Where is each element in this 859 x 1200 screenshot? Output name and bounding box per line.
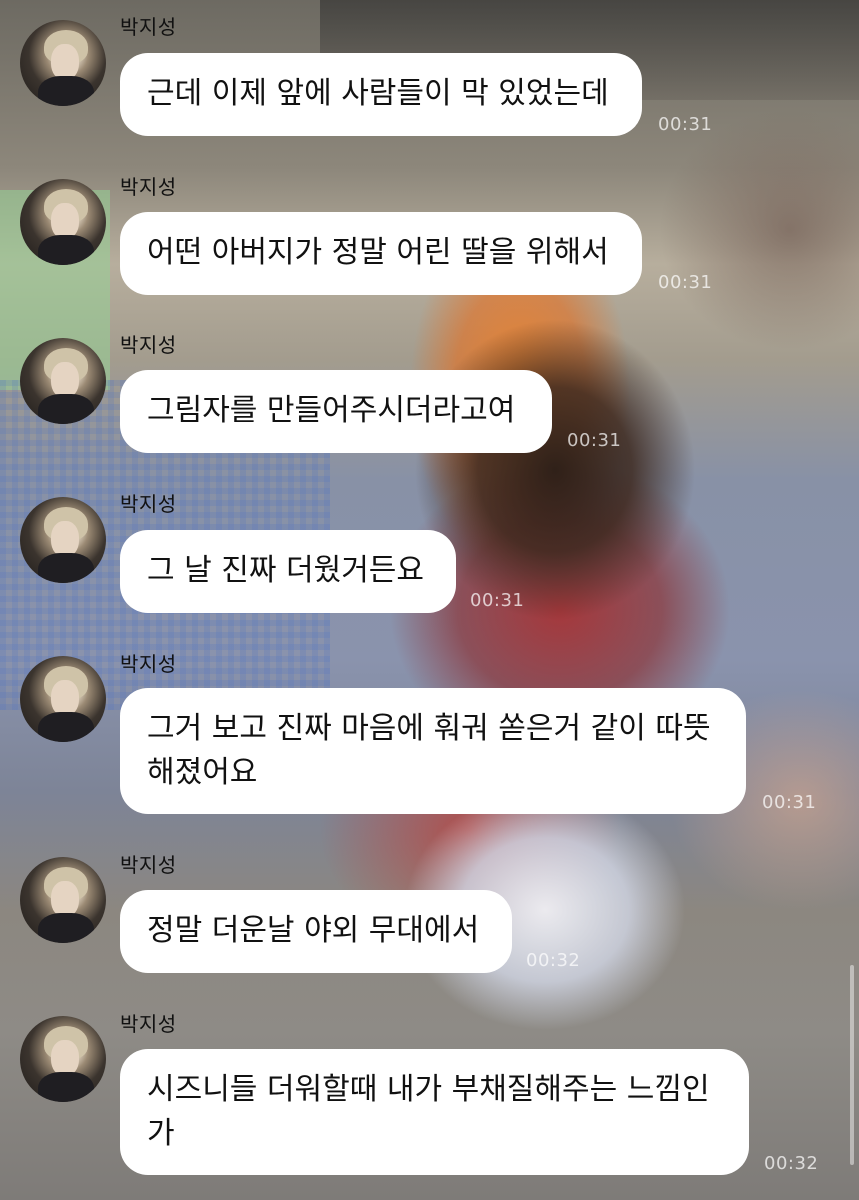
message-bubble[interactable]: 그림자를 만들어주시더라고여 <box>120 370 552 453</box>
message-time: 00:31 <box>658 114 713 135</box>
sender-name: 박지성 <box>120 175 177 199</box>
avatar[interactable] <box>20 497 106 583</box>
avatar[interactable] <box>20 857 106 943</box>
sender-name: 박지성 <box>120 333 177 357</box>
avatar-face <box>51 44 79 80</box>
avatar-face <box>51 680 79 716</box>
avatar-face <box>51 521 79 557</box>
sender-name: 박지성 <box>120 492 177 516</box>
message-bubble[interactable]: 정말 더운날 야외 무대에서 <box>120 890 512 973</box>
sender-name: 박지성 <box>120 652 177 676</box>
scrollbar[interactable] <box>850 965 854 1165</box>
avatar[interactable] <box>20 20 106 106</box>
message-bubble[interactable]: 근데 이제 앞에 사람들이 막 있었는데 <box>120 53 642 136</box>
message-bubble[interactable]: 그거 보고 진짜 마음에 훠궈 쏟은거 같이 따뜻 해졌어요 <box>120 688 746 814</box>
message-bubble[interactable]: 그 날 진짜 더웠거든요 <box>120 530 456 613</box>
avatar-face <box>51 881 79 917</box>
avatar-body <box>38 553 94 583</box>
avatar-body <box>38 76 94 106</box>
avatar-face <box>51 362 79 398</box>
message-time: 00:31 <box>762 792 817 813</box>
sender-name: 박지성 <box>120 853 177 877</box>
message-bubble[interactable]: 시즈니들 더워할때 내가 부채질해주는 느낌인 가 <box>120 1049 749 1175</box>
avatar[interactable] <box>20 1016 106 1102</box>
sender-name: 박지성 <box>120 1012 177 1036</box>
message-time: 00:31 <box>470 590 525 611</box>
avatar[interactable] <box>20 656 106 742</box>
avatar-body <box>38 1072 94 1102</box>
avatar-body <box>38 913 94 943</box>
message-time: 00:31 <box>567 430 622 451</box>
avatar-face <box>51 203 79 239</box>
avatar[interactable] <box>20 179 106 265</box>
sender-name: 박지성 <box>120 15 177 39</box>
avatar-body <box>38 235 94 265</box>
message-bubble[interactable]: 어떤 아버지가 정말 어린 딸을 위해서 <box>120 212 642 295</box>
message-time: 00:32 <box>526 950 581 971</box>
avatar-face <box>51 1040 79 1076</box>
message-time: 00:31 <box>658 272 713 293</box>
message-time: 00:32 <box>764 1153 819 1174</box>
avatar-body <box>38 712 94 742</box>
avatar-body <box>38 394 94 424</box>
avatar[interactable] <box>20 338 106 424</box>
